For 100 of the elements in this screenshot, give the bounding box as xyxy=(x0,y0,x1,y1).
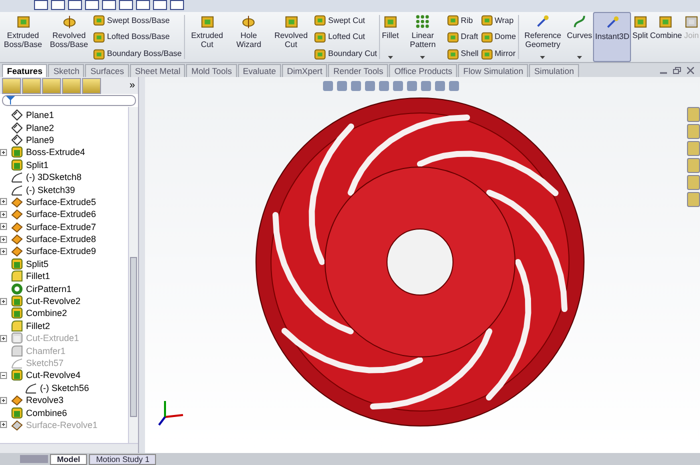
tab[interactable]: Mold Tools xyxy=(186,64,237,77)
block-icon xyxy=(632,14,648,29)
toolbar-icon[interactable] xyxy=(170,0,184,10)
ribbon-button[interactable]: Curves xyxy=(566,12,594,62)
horizontal-scrollbar[interactable] xyxy=(0,443,138,453)
tab[interactable]: Sheet Metal xyxy=(130,64,186,77)
curve-icon xyxy=(572,14,587,29)
more-tabs-button[interactable]: » xyxy=(129,80,138,91)
feature-icon xyxy=(11,146,23,158)
collapse-icon[interactable] xyxy=(0,372,7,379)
expand-icon[interactable] xyxy=(0,223,7,230)
ribbon-button[interactable]: Combine xyxy=(648,12,683,62)
toolbar-icon[interactable] xyxy=(34,0,48,10)
tree-item[interactable]: (-) 3DSketch8 xyxy=(26,172,82,182)
tree-item[interactable]: Surface-Extrude5 xyxy=(26,196,96,207)
tree-item[interactable]: Fillet1 xyxy=(26,271,50,282)
ribbon-button[interactable]: Hole Wizard xyxy=(228,12,269,62)
tab[interactable]: Sketch xyxy=(48,64,84,77)
block-icon xyxy=(480,14,493,26)
ribbon-button[interactable]: Wrap xyxy=(480,14,516,26)
tree-item[interactable]: Plane2 xyxy=(26,122,54,133)
ribbon-button[interactable]: Reference Geometry xyxy=(520,12,566,62)
ribbon-button[interactable]: Instant3D xyxy=(593,12,632,62)
tab[interactable]: Model xyxy=(50,454,88,464)
expand-icon[interactable] xyxy=(0,298,7,305)
ribbon-button[interactable]: Linear Pattern xyxy=(400,12,446,62)
ribbon-button[interactable]: Lofted Boss/Base xyxy=(93,30,182,43)
toolbar-icon[interactable] xyxy=(119,0,133,10)
tree-item[interactable]: CirPattern1 xyxy=(26,284,72,294)
sketch-icon xyxy=(25,382,37,394)
block-icon xyxy=(314,14,326,26)
block-icon xyxy=(16,14,30,29)
ribbon-button[interactable]: Revolved Boss/Base xyxy=(46,12,92,62)
tree-item[interactable]: Split5 xyxy=(26,258,49,269)
tree-item[interactable]: Revolve3 xyxy=(26,395,64,406)
tree-item[interactable]: Plane1 xyxy=(26,110,54,120)
ribbon-button[interactable]: Revolved Cut xyxy=(268,12,314,62)
revolve-icon xyxy=(62,14,76,29)
tab[interactable]: Simulation xyxy=(529,64,579,77)
expand-icon[interactable] xyxy=(0,334,7,342)
restore-icon[interactable] xyxy=(673,66,681,74)
ribbon-button[interactable]: Fillet xyxy=(380,12,400,62)
tab[interactable]: Features xyxy=(2,64,48,77)
toolbar-icon[interactable] xyxy=(85,0,99,10)
toolbar-icon[interactable] xyxy=(51,0,65,10)
toolbar-icon[interactable] xyxy=(68,0,82,10)
filter-field[interactable] xyxy=(2,95,136,106)
ribbon-button[interactable]: Extruded Boss/Base xyxy=(0,12,46,62)
ribbon-button[interactable]: Dome xyxy=(480,30,516,43)
close-icon[interactable] xyxy=(687,66,694,74)
ribbon-button[interactable]: Swept Cut xyxy=(314,14,378,26)
expand-icon[interactable] xyxy=(0,198,7,206)
toolbar-icon[interactable] xyxy=(136,0,150,10)
expand-icon[interactable] xyxy=(0,421,7,428)
tree-item[interactable]: Cut-Revolve2 xyxy=(26,296,81,306)
tree-item[interactable]: (-) Sketch39 xyxy=(26,184,76,195)
expand-icon[interactable] xyxy=(0,396,7,404)
surface-icon xyxy=(11,208,23,220)
tree-item[interactable]: (-) Sketch56 xyxy=(40,382,90,393)
plane-icon xyxy=(11,109,23,122)
tab[interactable]: Office Products xyxy=(389,64,458,77)
tab[interactable]: DimXpert xyxy=(282,64,328,77)
tree-item[interactable]: Boss-Extrude4 xyxy=(26,147,86,158)
tab[interactable]: Motion Study 1 xyxy=(89,454,156,464)
tree-item[interactable]: Surface-Extrude9 xyxy=(26,246,96,256)
feature-icon xyxy=(11,332,23,344)
ribbon-button[interactable]: Shell xyxy=(446,48,479,60)
ribbon-button[interactable]: Swept Boss/Base xyxy=(93,14,182,26)
tab[interactable]: Evaluate xyxy=(238,64,281,77)
ribbon-button[interactable]: Mirror xyxy=(480,48,516,60)
tree-item[interactable]: Surface-Extrude7 xyxy=(26,222,96,232)
ribbon-button[interactable]: Split xyxy=(631,12,649,62)
tree-item[interactable]: Surface-Extrude8 xyxy=(26,234,96,244)
expand-icon[interactable] xyxy=(0,248,7,255)
block-icon xyxy=(314,30,326,43)
ribbon-button[interactable]: Draft xyxy=(446,30,479,43)
ribbon-button[interactable]: Rib xyxy=(446,14,479,26)
expand-icon[interactable] xyxy=(0,148,7,156)
tree-item[interactable]: Surface-Extrude6 xyxy=(26,209,96,220)
feature-icon xyxy=(11,369,23,382)
expand-icon[interactable] xyxy=(0,236,7,243)
tree-item[interactable]: Cut-Revolve4 xyxy=(26,370,81,380)
tree-item[interactable]: Combine6 xyxy=(26,408,68,418)
toolbar-icon[interactable] xyxy=(102,0,116,10)
tree-item[interactable]: Fillet2 xyxy=(26,320,50,331)
ribbon-button[interactable]: Lofted Cut xyxy=(314,30,378,43)
ribbon-button[interactable]: Extruded Cut xyxy=(186,12,229,62)
vertical-scrollbar[interactable] xyxy=(128,107,138,443)
sketch-icon xyxy=(11,184,23,196)
tree-item[interactable]: Split1 xyxy=(26,160,49,170)
tree-item[interactable]: Plane9 xyxy=(26,134,54,145)
expand-icon[interactable] xyxy=(0,210,7,218)
tab[interactable]: Surfaces xyxy=(85,64,129,77)
toolbar-icon[interactable] xyxy=(153,0,167,10)
ribbon-button[interactable]: Boundary Boss/Base xyxy=(93,48,182,60)
ribbon-button[interactable]: Boundary Cut xyxy=(314,48,378,60)
block-icon xyxy=(446,48,459,60)
tab[interactable]: Flow Simulation xyxy=(458,64,528,77)
tree-item[interactable]: Combine2 xyxy=(26,308,68,318)
tab[interactable]: Render Tools xyxy=(328,64,388,77)
